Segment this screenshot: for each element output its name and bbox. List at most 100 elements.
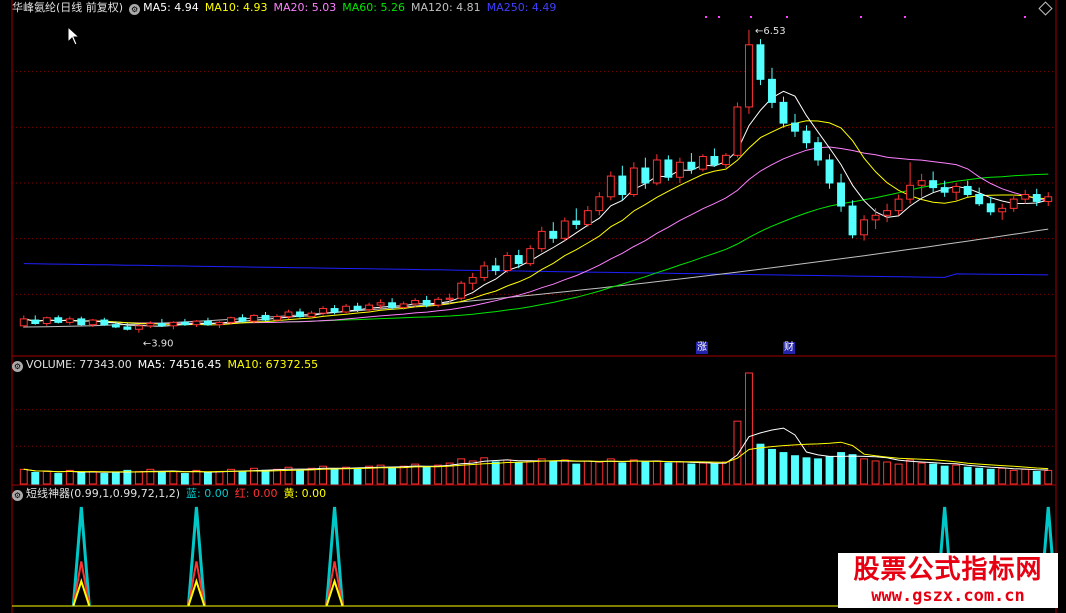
candle-body [169, 321, 178, 327]
volume-bar [422, 466, 431, 485]
volume-bar [526, 460, 535, 485]
volume-bar [791, 455, 799, 485]
volume-bar [698, 462, 707, 485]
candle-body [422, 299, 431, 306]
volume-bar [503, 459, 512, 485]
volume-bar [238, 470, 247, 485]
candle-body [157, 323, 166, 327]
candle-body [1021, 194, 1030, 200]
volume-bar [215, 470, 224, 485]
candle-body [1032, 194, 1041, 202]
candle-body [560, 220, 569, 239]
volume-bar [917, 462, 926, 485]
volume-bar [342, 466, 351, 485]
volume-bar [1021, 468, 1030, 485]
volume-bar [549, 461, 558, 485]
candle-body [572, 220, 581, 225]
candle-body [883, 210, 892, 216]
volume-bar [157, 471, 166, 485]
candle-body [365, 304, 374, 311]
volume-bar [353, 467, 362, 485]
volume-ma5-line [23, 427, 1049, 473]
candle-body [445, 297, 454, 300]
candle-body [975, 194, 984, 205]
indicator-blue-value: 蓝: 0.00 [186, 487, 229, 500]
candle-body [848, 205, 857, 236]
volume-bar [906, 459, 915, 485]
volume-panel-header: ⚙ VOLUME: 77343.00 MA5: 74516.45 MA10: 6737… [12, 357, 324, 373]
volume-bar [629, 459, 638, 485]
chart-canvas[interactable]: ←6.53 ←3.90 [0, 0, 1066, 613]
ma60-line [23, 173, 1049, 324]
candle-body [641, 167, 650, 184]
candle-body [537, 230, 546, 250]
volume-bar [802, 457, 811, 485]
volume-bar [491, 461, 500, 485]
volume-bar [1044, 469, 1053, 485]
limit-up-tag[interactable]: 涨 [696, 342, 708, 354]
candle-body [123, 326, 132, 330]
volume-bar [837, 452, 845, 485]
candle-body [756, 44, 765, 80]
volume-bar [537, 458, 546, 485]
candle-body [917, 180, 926, 186]
volume-bar [65, 469, 74, 485]
volume-bar [975, 467, 984, 485]
candle-body [227, 317, 235, 323]
candle-body [929, 180, 938, 189]
candle-body [376, 302, 385, 306]
candle-body [307, 312, 316, 318]
indicator-red-value: 红: 0.00 [234, 487, 278, 500]
candle-body [802, 130, 811, 144]
indicator-panel-header: ⚙ 短线神器(0.99,1,0.99,72,1,2) 蓝: 0.00 红: 0.00 黄… [12, 486, 332, 502]
volume-ma10-value: MA10: 67372.55 [227, 358, 319, 371]
event-marker [786, 16, 788, 18]
indicator-yellow-value: 黄: 0.00 [283, 487, 327, 500]
candle-body [698, 156, 707, 170]
volume-bar [180, 473, 189, 485]
ma-settings-icon[interactable]: ⚙ [129, 4, 141, 15]
volume-bar [814, 458, 822, 485]
candle-body [203, 320, 212, 326]
candle-body [134, 325, 143, 330]
candle-body [894, 198, 903, 212]
watermark-url: www.gszx.com.cn [871, 586, 1025, 606]
candle-body [180, 321, 189, 326]
candle-body [871, 214, 880, 221]
finance-tag[interactable]: 财 [783, 342, 795, 354]
event-marker [860, 16, 862, 18]
candle-body [906, 184, 915, 200]
candle-body [745, 44, 753, 108]
ma60-value: MA60: 5.26 [342, 1, 405, 14]
low-price-label: ←3.90 [143, 339, 174, 350]
candle-body [710, 156, 719, 166]
stock-title[interactable]: 华峰氨纶(日线 前复权) [12, 1, 123, 14]
candle-body [457, 282, 466, 299]
candle-body [733, 106, 742, 156]
volume-bar [618, 462, 627, 485]
volume-bar [894, 463, 903, 485]
candle-body [353, 305, 362, 311]
volume-bar [721, 461, 730, 485]
candle-body [986, 203, 995, 213]
candle-body [319, 308, 327, 314]
candle-body [491, 265, 500, 272]
volume-settings-icon[interactable]: ⚙ [12, 361, 23, 372]
candle-body [1044, 196, 1053, 202]
event-marker [705, 16, 707, 18]
volume-bar [860, 458, 869, 485]
volume-bar [31, 471, 40, 485]
volume-bar [756, 443, 765, 485]
candle-body [606, 175, 615, 198]
candle-body [31, 319, 40, 325]
volume-bar [273, 468, 281, 485]
candle-body [88, 319, 97, 326]
indicator-settings-icon[interactable]: ⚙ [12, 490, 23, 501]
volume-bar [595, 461, 604, 485]
volume-bar [54, 473, 63, 485]
volume-bar [88, 470, 97, 485]
volume-bar [1032, 470, 1041, 485]
candle-body [768, 78, 776, 103]
ma20-value: MA20: 5.03 [273, 1, 337, 14]
volume-bar [365, 465, 374, 485]
